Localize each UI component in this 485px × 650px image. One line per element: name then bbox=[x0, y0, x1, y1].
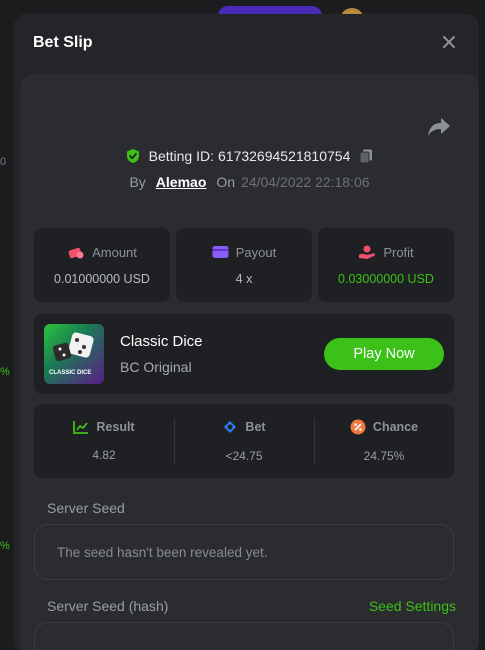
background-fragment: 0 bbox=[0, 156, 7, 168]
profit-icon bbox=[359, 245, 376, 259]
modal-header: Bet Slip bbox=[14, 14, 479, 72]
profit-value: 0.03000000 USD bbox=[338, 272, 434, 286]
bet-author-row: By Alemao On 24/04/2022 22:18:06 bbox=[20, 174, 479, 190]
bet-icon bbox=[224, 421, 237, 433]
profit-stat: Profit 0.03000000 USD bbox=[318, 228, 454, 302]
by-label: By bbox=[129, 174, 146, 190]
profit-label: Profit bbox=[383, 244, 414, 260]
result-stat: Result 4.82 bbox=[34, 404, 174, 478]
betting-id-value: 61732694521810754 bbox=[218, 148, 351, 164]
close-icon[interactable] bbox=[441, 34, 457, 50]
on-label: On bbox=[216, 174, 236, 190]
bet-date: 24/04/2022 22:18:06 bbox=[241, 174, 370, 190]
game-name: Classic Dice bbox=[120, 333, 203, 350]
result-label: Result bbox=[96, 420, 135, 434]
result-icon bbox=[73, 421, 89, 434]
chance-stat: Chance 24.75% bbox=[314, 404, 454, 478]
verified-shield-icon bbox=[126, 149, 139, 163]
game-card: CLASSIC DICE Classic Dice BC Original Pl… bbox=[34, 314, 454, 394]
betting-id-label: Betting ID: bbox=[148, 148, 214, 164]
share-icon[interactable] bbox=[427, 116, 451, 138]
amount-stat: Amount 0.01000000 USD bbox=[34, 228, 170, 302]
bet-value: <24.75 bbox=[225, 449, 263, 463]
amount-value: 0.01000000 USD bbox=[54, 272, 150, 286]
betting-id-row: Betting ID: 61732694521810754 bbox=[20, 148, 479, 164]
amount-label: Amount bbox=[92, 244, 137, 260]
chance-label: Chance bbox=[372, 420, 419, 434]
bet-stat: Bet <24.75 bbox=[174, 404, 314, 478]
payout-value: 4 x bbox=[235, 271, 253, 286]
amount-icon bbox=[68, 247, 84, 259]
username-link[interactable]: Alemao bbox=[156, 174, 207, 190]
seed-settings-link[interactable]: Seed Settings bbox=[369, 598, 456, 614]
server-seed-value: The seed hasn't been revealed yet. bbox=[57, 544, 268, 560]
payout-label: Payout bbox=[235, 244, 277, 260]
bet-label: Bet bbox=[245, 420, 266, 434]
server-seed-hash-label: Server Seed (hash) bbox=[47, 598, 169, 614]
chance-value: 24.75% bbox=[363, 449, 405, 463]
modal-title: Bet Slip bbox=[33, 34, 93, 51]
play-now-button[interactable]: Play Now bbox=[324, 338, 444, 370]
background-fragment: % bbox=[0, 366, 10, 378]
server-seed-field: The seed hasn't been revealed yet. bbox=[34, 524, 454, 580]
game-provider: BC Original bbox=[120, 359, 192, 375]
game-thumbnail[interactable]: CLASSIC DICE bbox=[44, 324, 104, 384]
bet-slip-modal: Bet Slip Betting ID: 61732694521810754 B… bbox=[14, 14, 479, 650]
thumb-text: CLASSIC DICE bbox=[49, 370, 91, 376]
bet-detail-panel: Betting ID: 61732694521810754 By Alemao … bbox=[20, 74, 479, 650]
wallet-icon bbox=[212, 246, 229, 258]
dice-icon: CLASSIC DICE bbox=[49, 332, 94, 376]
result-value: 4.82 bbox=[92, 448, 116, 462]
result-stats: Result 4.82 Bet <24.75 Chance 24.75% bbox=[34, 404, 454, 478]
copy-icon[interactable] bbox=[358, 148, 374, 164]
server-seed-hash-field bbox=[34, 622, 454, 650]
server-seed-label: Server Seed bbox=[47, 500, 125, 516]
bet-summary-stats: Amount 0.01000000 USD Payout 4 x Profit … bbox=[34, 228, 454, 302]
payout-stat: Payout 4 x bbox=[176, 228, 312, 302]
percent-icon bbox=[350, 419, 366, 435]
background-fragment: % bbox=[0, 540, 10, 552]
